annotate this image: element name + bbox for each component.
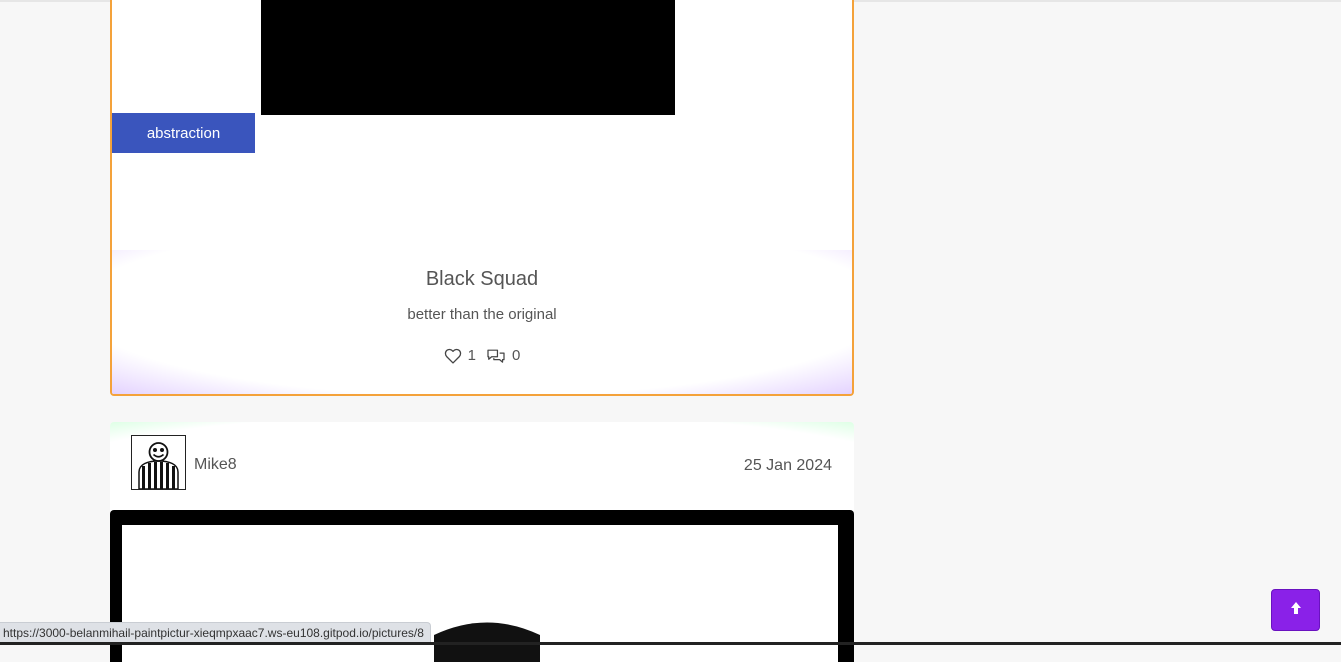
- comments-count: 0: [512, 347, 521, 364]
- scroll-to-top-button[interactable]: [1271, 589, 1320, 631]
- likes-count: 1: [467, 347, 476, 364]
- heart-icon[interactable]: [444, 348, 462, 364]
- category-badge[interactable]: abstraction: [112, 113, 255, 153]
- avatar[interactable]: [131, 435, 186, 490]
- link-status-bar: https://3000-belanmihail-paintpictur-xie…: [0, 622, 431, 643]
- post-card-footer: Black Squad better than the original 1 0: [112, 250, 852, 394]
- post-stats: 1 0: [112, 347, 852, 364]
- arrow-up-icon: [1290, 601, 1302, 620]
- post-card[interactable]: abstraction Black Squad better than the …: [110, 0, 854, 396]
- post-date: 25 Jan 2024: [743, 457, 832, 474]
- comments-icon[interactable]: [486, 348, 506, 364]
- post-author[interactable]: Mike8: [194, 456, 237, 474]
- post-description: better than the original: [407, 306, 557, 323]
- post-card-header: Mike8 25 Jan 2024: [110, 422, 854, 510]
- post-title[interactable]: Black Squad: [112, 268, 852, 291]
- post-image[interactable]: [261, 0, 675, 115]
